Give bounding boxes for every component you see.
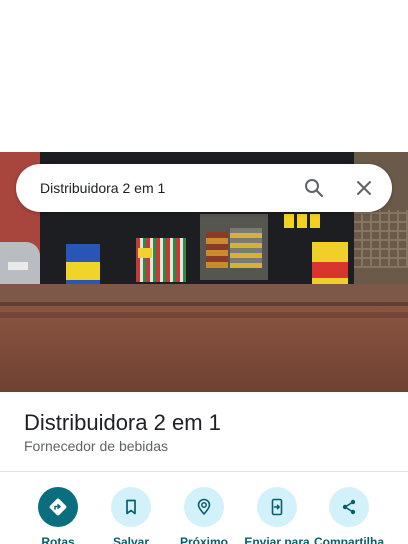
bookmark-icon bbox=[111, 487, 151, 527]
dirt-road bbox=[0, 306, 408, 392]
share-button[interactable]: Compartilha bbox=[309, 487, 389, 544]
place-title: Distribuidora 2 em 1 bbox=[24, 410, 221, 435]
top-blank-area bbox=[0, 0, 408, 152]
rack-sign bbox=[138, 248, 152, 258]
store-shelf bbox=[230, 228, 262, 268]
send-to-phone-icon bbox=[257, 487, 297, 527]
close-icon[interactable] bbox=[352, 176, 376, 200]
search-input[interactable]: Distribuidora 2 em 1 bbox=[40, 178, 165, 198]
search-icon[interactable] bbox=[302, 176, 326, 200]
share-icon bbox=[329, 487, 369, 527]
directions-button[interactable]: Rotas bbox=[18, 487, 98, 544]
nearby-button[interactable]: Próximo bbox=[164, 487, 244, 544]
search-bar[interactable]: Distribuidora 2 em 1 bbox=[16, 164, 392, 212]
save-button[interactable]: Salvar bbox=[91, 487, 171, 544]
wall-stickers bbox=[284, 214, 322, 228]
crate-band bbox=[312, 262, 348, 278]
crate-band bbox=[66, 262, 100, 280]
directions-icon bbox=[38, 487, 78, 527]
divider bbox=[0, 471, 408, 472]
place-category: Fornecedor de bebidas bbox=[24, 438, 168, 454]
share-label: Compartilha bbox=[313, 535, 384, 544]
car-plate bbox=[8, 262, 28, 270]
sidewalk bbox=[0, 284, 408, 302]
nearby-icon bbox=[184, 487, 224, 527]
store-shelf bbox=[206, 232, 228, 268]
window-grille bbox=[352, 210, 408, 268]
drinks-rack bbox=[136, 238, 186, 282]
road-shade bbox=[0, 312, 408, 318]
